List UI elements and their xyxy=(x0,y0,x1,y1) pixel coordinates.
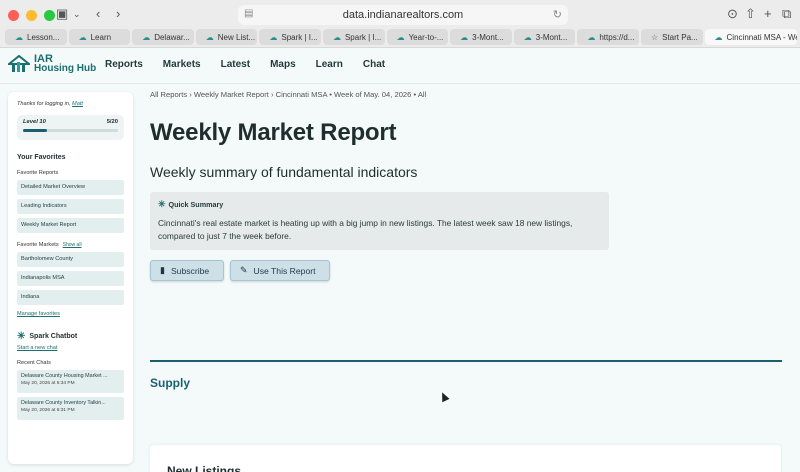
browser-tab[interactable]: ☁ Lesson... xyxy=(5,29,67,45)
recent-chat-item[interactable]: Delaware County Inventory Talkin... May … xyxy=(17,397,124,420)
nav-learn[interactable]: Learn xyxy=(316,59,343,70)
level-progress-fill xyxy=(23,129,47,132)
card-title: New Listings xyxy=(167,464,242,472)
main-nav: Reports Markets Latest Maps Learn Chat xyxy=(105,59,385,70)
browser-tab[interactable]: ☁ Spark | I... xyxy=(322,29,385,45)
favorite-market-item[interactable]: Indiana xyxy=(17,290,124,305)
page-title: Weekly Market Report xyxy=(150,119,397,146)
browser-tab[interactable]: ☁ Learn xyxy=(68,29,131,45)
housing-hub-logo-icon xyxy=(8,55,30,72)
favorite-market-item[interactable]: Indianapolis MSA xyxy=(17,271,124,286)
page-info-icon[interactable]: ▤ xyxy=(244,8,253,19)
close-window-button[interactable] xyxy=(8,10,19,21)
chatbot-heading: ✳ Spark Chatbot xyxy=(17,331,78,342)
spark-icon: ✳ xyxy=(17,331,26,342)
breadcrumb[interactable]: All Reports › Weekly Market Report › Cin… xyxy=(150,90,426,99)
sparkle-icon: ✳ xyxy=(158,199,166,209)
new-tab-icon[interactable]: + xyxy=(764,6,772,21)
quick-summary-text: Cincinnati's real estate market is heati… xyxy=(158,218,573,241)
chevron-down-icon[interactable]: ⌄ xyxy=(73,9,81,20)
folder-icon: ☁ xyxy=(142,32,151,42)
folder-icon: ☁ xyxy=(460,32,469,42)
favorite-reports-heading: Favorite Reports xyxy=(17,170,59,176)
new-listings-card: New Listings xyxy=(150,445,781,472)
user-name-link[interactable]: Matt xyxy=(72,101,83,107)
quick-summary-heading: ✳ Quick Summary xyxy=(158,199,224,209)
address-bar[interactable]: ▤ data.indianarealtors.com ↻ xyxy=(238,5,568,25)
folder-icon: ☁ xyxy=(714,32,723,42)
window-controls xyxy=(8,10,55,21)
folder-icon: ☁ xyxy=(78,32,87,42)
folder-icon: ☁ xyxy=(332,32,341,42)
browser-tab[interactable]: ☁ New List... xyxy=(195,29,258,45)
nav-latest[interactable]: Latest xyxy=(221,59,250,70)
favorite-markets-heading: Favorite Markets Show all xyxy=(17,242,82,248)
nav-chat[interactable]: Chat xyxy=(363,59,385,70)
subscribe-button[interactable]: ▮ Subscribe xyxy=(150,260,224,281)
nav-reports[interactable]: Reports xyxy=(105,59,143,70)
favorites-heading: Your Favorites xyxy=(17,154,66,161)
folder-icon: ☁ xyxy=(523,32,532,42)
favorite-market-item[interactable]: Bartholomew County xyxy=(17,252,124,267)
browser-tab[interactable]: ☁ Spark | I... xyxy=(259,29,321,45)
document-icon: ▮ xyxy=(160,265,165,275)
login-greeting: Thanks for logging in, Matt xyxy=(17,101,83,107)
logo[interactable]: IAR Housing Hub xyxy=(8,54,97,74)
tab-bar: ☁ Lesson... ☁ Learn ☁ Delawar... ☁ New List.… xyxy=(5,29,798,46)
manage-favorites-link[interactable]: Manage favorites xyxy=(17,311,124,317)
reload-icon[interactable]: ↻ xyxy=(553,8,562,21)
download-icon[interactable]: ⊙ xyxy=(727,6,738,22)
browser-tab[interactable]: ☁ Delawar... xyxy=(132,29,194,45)
folder-icon: ☁ xyxy=(269,32,278,42)
level-progress-bar xyxy=(23,129,118,132)
section-title-supply: Supply xyxy=(150,376,191,390)
use-report-button[interactable]: ✎ Use This Report xyxy=(230,260,330,281)
level-label: Level 10 xyxy=(23,119,46,125)
folder-icon: ☁ xyxy=(205,32,214,42)
browser-tab[interactable]: ☁ Year-to-... xyxy=(386,29,449,45)
favorite-report-item[interactable]: Leading Indicators xyxy=(17,199,124,214)
back-icon[interactable]: ‹ xyxy=(96,6,100,21)
mouse-cursor-icon xyxy=(438,390,450,403)
folder-icon: ☁ xyxy=(15,32,23,42)
sidebar: Thanks for logging in, Matt Level 10 5/2… xyxy=(8,92,133,464)
maximize-window-button[interactable] xyxy=(44,10,55,21)
level-points: 5/20 xyxy=(106,119,118,125)
nav-maps[interactable]: Maps xyxy=(270,59,296,70)
forward-icon[interactable]: › xyxy=(116,6,120,21)
page-subtitle: Weekly summary of fundamental indicators xyxy=(150,164,418,180)
folder-icon: ☁ xyxy=(396,32,405,42)
favorite-report-item[interactable]: Weekly Market Report xyxy=(17,218,124,233)
star-icon: ☆ xyxy=(650,32,659,42)
browser-tab[interactable]: ☁ https://d... xyxy=(577,29,639,45)
level-progress-card: Level 10 5/20 xyxy=(17,115,124,140)
recent-chats-heading: Recent Chats xyxy=(17,360,51,366)
magic-wand-icon: ✎ xyxy=(240,265,248,275)
recent-chat-title: Delaware County Housing Market ... xyxy=(21,373,108,379)
favorite-report-item[interactable]: Detailed Market Overview xyxy=(17,180,124,195)
recent-chat-item[interactable]: Delaware County Housing Market ... May 2… xyxy=(17,370,124,393)
recent-chat-date: May 20, 2026 at 6:34 PM xyxy=(21,381,75,386)
show-all-link[interactable]: Show all xyxy=(63,242,82,248)
browser-tab-active[interactable]: ☁Cincinnati MSA - We... xyxy=(704,29,798,45)
quick-summary-panel: ✳ Quick Summary Cincinnati's real estate… xyxy=(150,192,609,250)
app-header: IAR Housing Hub Reports Markets Latest M… xyxy=(0,48,800,84)
nav-markets[interactable]: Markets xyxy=(163,59,201,70)
browser-tab[interactable]: ☁ 3-Mont... xyxy=(513,29,576,45)
tab-overview-icon[interactable]: ⧉ xyxy=(782,6,791,22)
recent-chat-date: May 20, 2026 at 6:31 PM xyxy=(21,408,75,413)
browser-tab[interactable]: ☁ 3-Mont... xyxy=(450,29,512,45)
logo-text-line2: Housing Hub xyxy=(34,63,97,74)
minimize-window-button[interactable] xyxy=(26,10,37,21)
sidebar-toggle-icon[interactable]: ▣ xyxy=(56,6,68,22)
section-divider xyxy=(150,360,782,362)
recent-chat-title: Delaware County Inventory Talkin... xyxy=(21,400,106,406)
start-chat-link[interactable]: Start a new chat xyxy=(17,345,124,351)
share-icon[interactable]: ⇧ xyxy=(745,6,756,22)
folder-icon: ☁ xyxy=(587,32,596,42)
browser-tab[interactable]: ☆ Start Pa... xyxy=(640,29,703,45)
url-text: data.indianarealtors.com xyxy=(342,9,464,21)
browser-chrome: ▣ ⌄ ‹ › ▤ data.indianarealtors.com ↻ ⊙ ⇧… xyxy=(0,0,800,48)
